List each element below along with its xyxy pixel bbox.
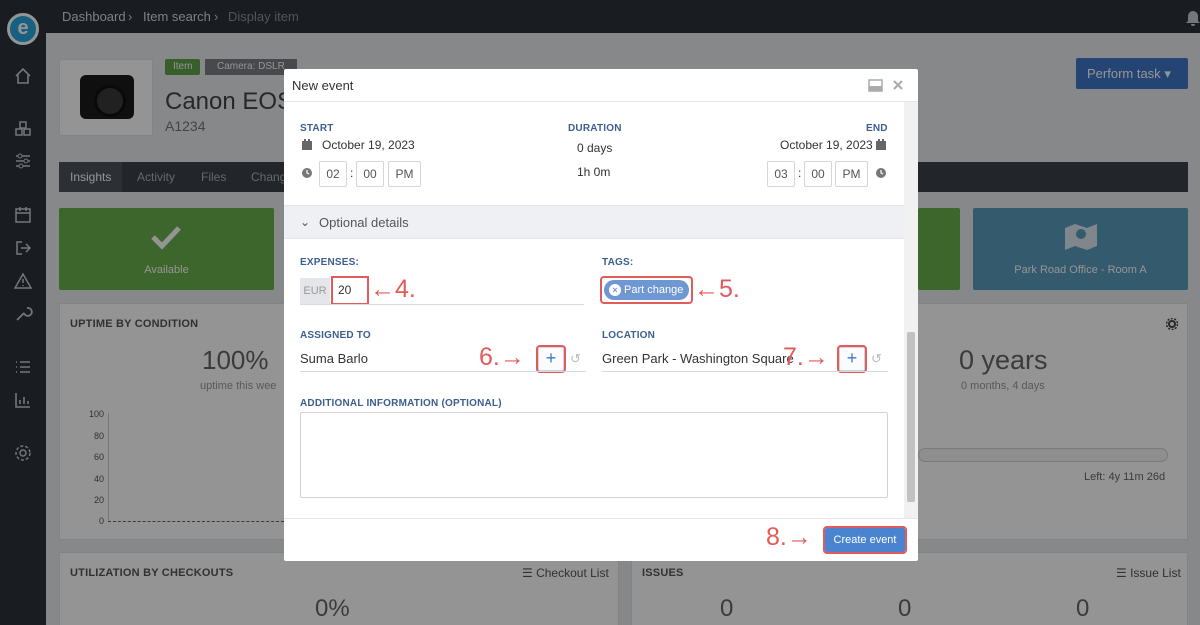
tag-chip-label: Part change <box>624 284 684 296</box>
currency-addon: EUR <box>300 278 330 304</box>
duration-label: DURATION <box>568 123 622 134</box>
time-separator: : <box>798 166 802 180</box>
modal-header: New event <box>284 69 918 102</box>
modal-footer <box>284 518 918 561</box>
calendar-icon <box>876 139 886 150</box>
start-label: START <box>300 123 334 134</box>
modal-scrollbar[interactable] <box>904 102 918 518</box>
additional-info-textarea[interactable] <box>300 412 888 498</box>
assigned-underline <box>300 371 586 372</box>
end-hour-input[interactable]: 03 <box>767 161 795 187</box>
optional-details-label: Optional details <box>319 215 409 230</box>
start-date[interactable]: October 19, 2023 <box>322 138 415 152</box>
calendar-icon <box>302 139 312 150</box>
start-minute-input[interactable]: 00 <box>356 161 384 187</box>
location-value[interactable]: Green Park - Washington Square <box>602 351 794 366</box>
add-location-button[interactable]: + <box>837 345 867 373</box>
add-assignee-button[interactable]: + <box>536 345 566 373</box>
additional-info-label: ADDITIONAL INFORMATION (OPTIONAL) <box>300 398 502 409</box>
location-underline <box>602 371 888 372</box>
annotation-arrow-6: 6.→ <box>479 343 525 371</box>
annotation-arrow-8: 8.→ <box>766 523 812 551</box>
time-separator: : <box>350 166 354 180</box>
remove-tag-icon[interactable]: × <box>609 284 621 296</box>
create-event-button[interactable]: Create event <box>823 526 907 554</box>
optional-details-toggle[interactable]: ⌄ Optional details <box>284 205 904 239</box>
tags-label: TAGS: <box>602 257 634 268</box>
clock-icon <box>876 168 886 178</box>
scrollbar-thumb[interactable] <box>907 332 915 502</box>
expenses-label: EXPENSES: <box>300 257 360 268</box>
expenses-input[interactable]: 20 <box>331 276 369 305</box>
end-date[interactable]: October 19, 2023 <box>780 138 873 152</box>
duration-time: 1h 0m <box>577 165 611 179</box>
start-hour-input[interactable]: 02 <box>319 161 347 187</box>
new-event-modal: New event START October 19, 2023 02 : 00… <box>284 69 918 561</box>
modal-title: New event <box>292 78 354 93</box>
end-ampm-toggle[interactable]: PM <box>835 161 868 187</box>
duration-days: 0 days <box>577 141 613 155</box>
undo-icon[interactable]: ↺ <box>570 351 581 367</box>
assigned-value[interactable]: Suma Barlo <box>300 351 368 366</box>
location-label: LOCATION <box>602 330 656 341</box>
clock-icon <box>302 168 312 178</box>
undo-icon[interactable]: ↺ <box>871 351 882 367</box>
start-ampm-toggle[interactable]: PM <box>388 161 421 187</box>
minimize-icon[interactable] <box>868 79 883 92</box>
expenses-underline <box>300 304 584 305</box>
end-label: END <box>866 123 888 134</box>
annotation-arrow-4: ←4. <box>370 275 416 303</box>
tag-chip[interactable]: × Part change <box>604 280 689 300</box>
annotation-arrow-5: ←5. <box>694 275 740 303</box>
annotation-arrow-7: 7.→ <box>783 343 829 371</box>
assigned-label: ASSIGNED TO <box>300 330 371 341</box>
chevron-down-icon: ⌄ <box>300 215 311 229</box>
close-icon[interactable] <box>892 79 904 91</box>
end-minute-input[interactable]: 00 <box>804 161 832 187</box>
tags-field[interactable]: × Part change <box>600 276 693 304</box>
